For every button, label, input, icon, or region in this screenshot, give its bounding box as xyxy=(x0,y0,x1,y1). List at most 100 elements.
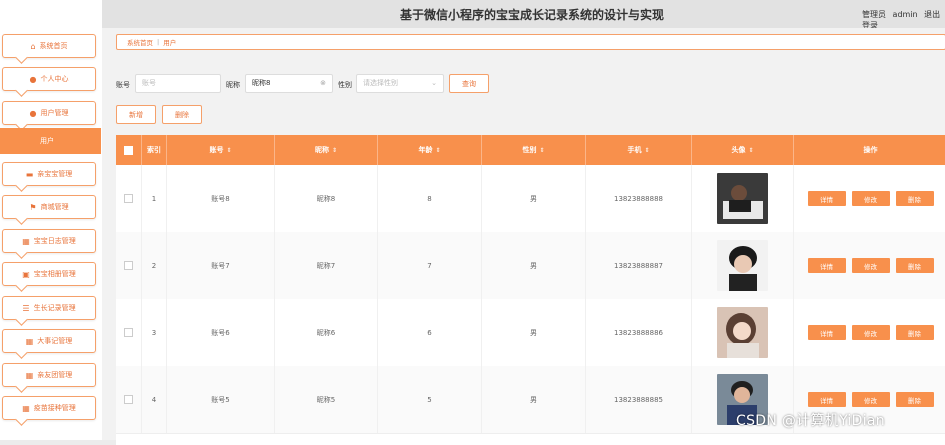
avatar[interactable] xyxy=(717,240,768,291)
table-row: 3 账号6 昵称6 6 男 13823888886 详情 修改 删除 xyxy=(116,299,945,367)
cell-avatar xyxy=(692,232,794,299)
detail-button[interactable]: 详情 xyxy=(807,258,846,273)
add-button[interactable]: 新增 xyxy=(116,105,156,124)
sidebar-item-label: 个人中心 xyxy=(40,75,69,83)
cell-actions: 详情 修改 删除 xyxy=(794,299,945,366)
breadcrumb-current: 用户 xyxy=(163,39,177,47)
cell-account: 账号5 xyxy=(167,366,275,433)
cell-index: 4 xyxy=(142,366,167,433)
edit-button[interactable]: 修改 xyxy=(851,191,890,206)
sort-icon[interactable]: ⇕ xyxy=(435,147,440,154)
col-account[interactable]: 账号 ⇕ xyxy=(167,135,275,165)
sort-icon[interactable]: ⇕ xyxy=(226,147,231,154)
row-checkbox-cell[interactable] xyxy=(116,366,142,433)
edit-button[interactable]: 修改 xyxy=(851,325,890,340)
row-checkbox[interactable] xyxy=(124,395,133,404)
detail-button[interactable]: 详情 xyxy=(807,191,846,206)
person-icon: ● xyxy=(29,74,37,84)
row-checkbox[interactable] xyxy=(124,261,133,270)
chevron-down-icon: ⌄ xyxy=(431,79,437,87)
sidebar-item-milestone-management[interactable]: ▦ 大事记管理 xyxy=(2,329,96,353)
add-button-label: 新增 xyxy=(129,110,143,119)
cell-avatar xyxy=(692,299,794,366)
sidebar-item-family-group-management[interactable]: ▦ 亲友团管理 xyxy=(2,363,96,387)
batch-delete-button[interactable]: 删除 xyxy=(162,105,202,124)
album-icon: ▣ xyxy=(22,269,30,279)
cell-phone: 13823888887 xyxy=(586,232,692,299)
col-age[interactable]: 年龄 ⇕ xyxy=(378,135,482,165)
sort-icon[interactable]: ⇕ xyxy=(332,147,337,154)
sidebar-item-label: 大事记管理 xyxy=(37,337,73,345)
sidebar-item-user-management[interactable]: ● 用户管理 xyxy=(2,101,96,125)
cell-phone: 13823888885 xyxy=(586,366,692,433)
sidebar-item-home[interactable]: ⌂ 系统首页 xyxy=(2,34,96,58)
nickname-search-input[interactable]: 昵称8 ⊗ xyxy=(245,74,333,93)
cell-avatar xyxy=(692,165,794,232)
cell-gender: 男 xyxy=(482,165,586,232)
detail-button[interactable]: 详情 xyxy=(807,392,846,407)
delete-button[interactable]: 删除 xyxy=(895,191,934,206)
cell-age: 7 xyxy=(378,232,482,299)
cell-nickname: 昵称8 xyxy=(275,165,378,232)
breadcrumb-separator: | xyxy=(157,38,160,46)
app-title: 基于微信小程序的宝宝成长记录系统的设计与实现 xyxy=(400,8,665,22)
home-icon: ⌂ xyxy=(30,41,36,51)
cell-actions: 详情 修改 删除 xyxy=(794,232,945,299)
row-checkbox-cell[interactable] xyxy=(116,232,142,299)
select-all-checkbox-cell[interactable] xyxy=(116,135,142,165)
avatar[interactable] xyxy=(717,173,768,224)
detail-button[interactable]: 详情 xyxy=(807,325,846,340)
sort-icon[interactable]: ⇕ xyxy=(539,147,544,154)
row-checkbox[interactable] xyxy=(124,194,133,203)
avatar[interactable] xyxy=(717,307,768,358)
batch-delete-button-label: 删除 xyxy=(175,110,189,119)
cell-nickname: 昵称6 xyxy=(275,299,378,366)
edit-button[interactable]: 修改 xyxy=(851,258,890,273)
cell-age: 5 xyxy=(378,366,482,433)
sidebar-subitem-user[interactable]: 用户 xyxy=(0,128,101,154)
col-phone[interactable]: 手机 ⇕ xyxy=(586,135,692,165)
sidebar-item-mall-management[interactable]: ⚑ 商城管理 xyxy=(2,195,96,219)
grid-icon: ▦ xyxy=(25,336,34,346)
select-all-checkbox[interactable] xyxy=(124,145,133,155)
account-input-placeholder: 账号 xyxy=(142,79,156,87)
sidebar-subitem-label: 用户 xyxy=(40,137,54,145)
delete-button[interactable]: 删除 xyxy=(895,258,934,273)
account-label: 账号 xyxy=(116,81,130,89)
user-role: 管理员 xyxy=(862,10,886,19)
flag-icon: ⚑ xyxy=(29,202,37,212)
col-actions: 操作 xyxy=(863,146,878,154)
delete-button[interactable]: 删除 xyxy=(895,325,934,340)
cell-nickname: 昵称7 xyxy=(275,232,378,299)
sidebar-item-baby-management[interactable]: ▬ 亲宝宝管理 xyxy=(2,162,96,186)
sort-icon[interactable]: ⇕ xyxy=(644,147,649,154)
gender-select[interactable]: 请选择性别 ⌄ xyxy=(356,74,444,93)
account-search-input[interactable]: 账号 xyxy=(135,74,221,93)
query-button[interactable]: 查询 xyxy=(449,74,489,93)
cell-index: 2 xyxy=(142,232,167,299)
sidebar: ⌂ 系统首页 ● 个人中心 ● 用户管理 用户 ▬ 亲宝宝管理 ⚑ 商城管理 ▦… xyxy=(0,0,102,440)
sidebar-item-personal-center[interactable]: ● 个人中心 xyxy=(2,67,96,91)
sort-icon[interactable]: ⇕ xyxy=(748,147,753,154)
row-checkbox[interactable] xyxy=(124,328,133,337)
cell-index: 1 xyxy=(142,165,167,232)
col-gender[interactable]: 性别 ⇕ xyxy=(482,135,586,165)
row-checkbox-cell[interactable] xyxy=(116,165,142,232)
grid-icon: ▦ xyxy=(22,236,30,246)
sidebar-item-baby-log-management[interactable]: ▦ 宝宝日志管理 xyxy=(2,229,96,253)
col-avatar[interactable]: 头像 ⇕ xyxy=(692,135,794,165)
delete-button[interactable]: 删除 xyxy=(895,392,934,407)
edit-button[interactable]: 修改 xyxy=(851,392,890,407)
sidebar-item-baby-album-management[interactable]: ▣ 宝宝相册管理 xyxy=(2,262,96,286)
breadcrumb-home[interactable]: 系统首页 xyxy=(127,37,153,47)
clear-icon[interactable]: ⊗ xyxy=(320,75,326,92)
cell-gender: 男 xyxy=(482,232,586,299)
col-nickname[interactable]: 昵称 ⇕ xyxy=(275,135,378,165)
sidebar-item-vaccination-management[interactable]: ▦ 疫苗接种管理 xyxy=(2,396,96,420)
nickname-input-value: 昵称8 xyxy=(252,79,271,87)
sidebar-item-growth-record-management[interactable]: ☰ 生长记录管理 xyxy=(2,296,96,320)
user-table: 索引 账号 ⇕ 昵称 ⇕ 年龄 ⇕ 性别 ⇕ 手机 ⇕ 头像 ⇕ 操作 1 账号8 昵称8 … xyxy=(116,135,945,445)
cell-actions: 详情 修改 删除 xyxy=(794,165,945,232)
row-checkbox-cell[interactable] xyxy=(116,299,142,366)
sidebar-item-label: 宝宝日志管理 xyxy=(33,237,76,245)
